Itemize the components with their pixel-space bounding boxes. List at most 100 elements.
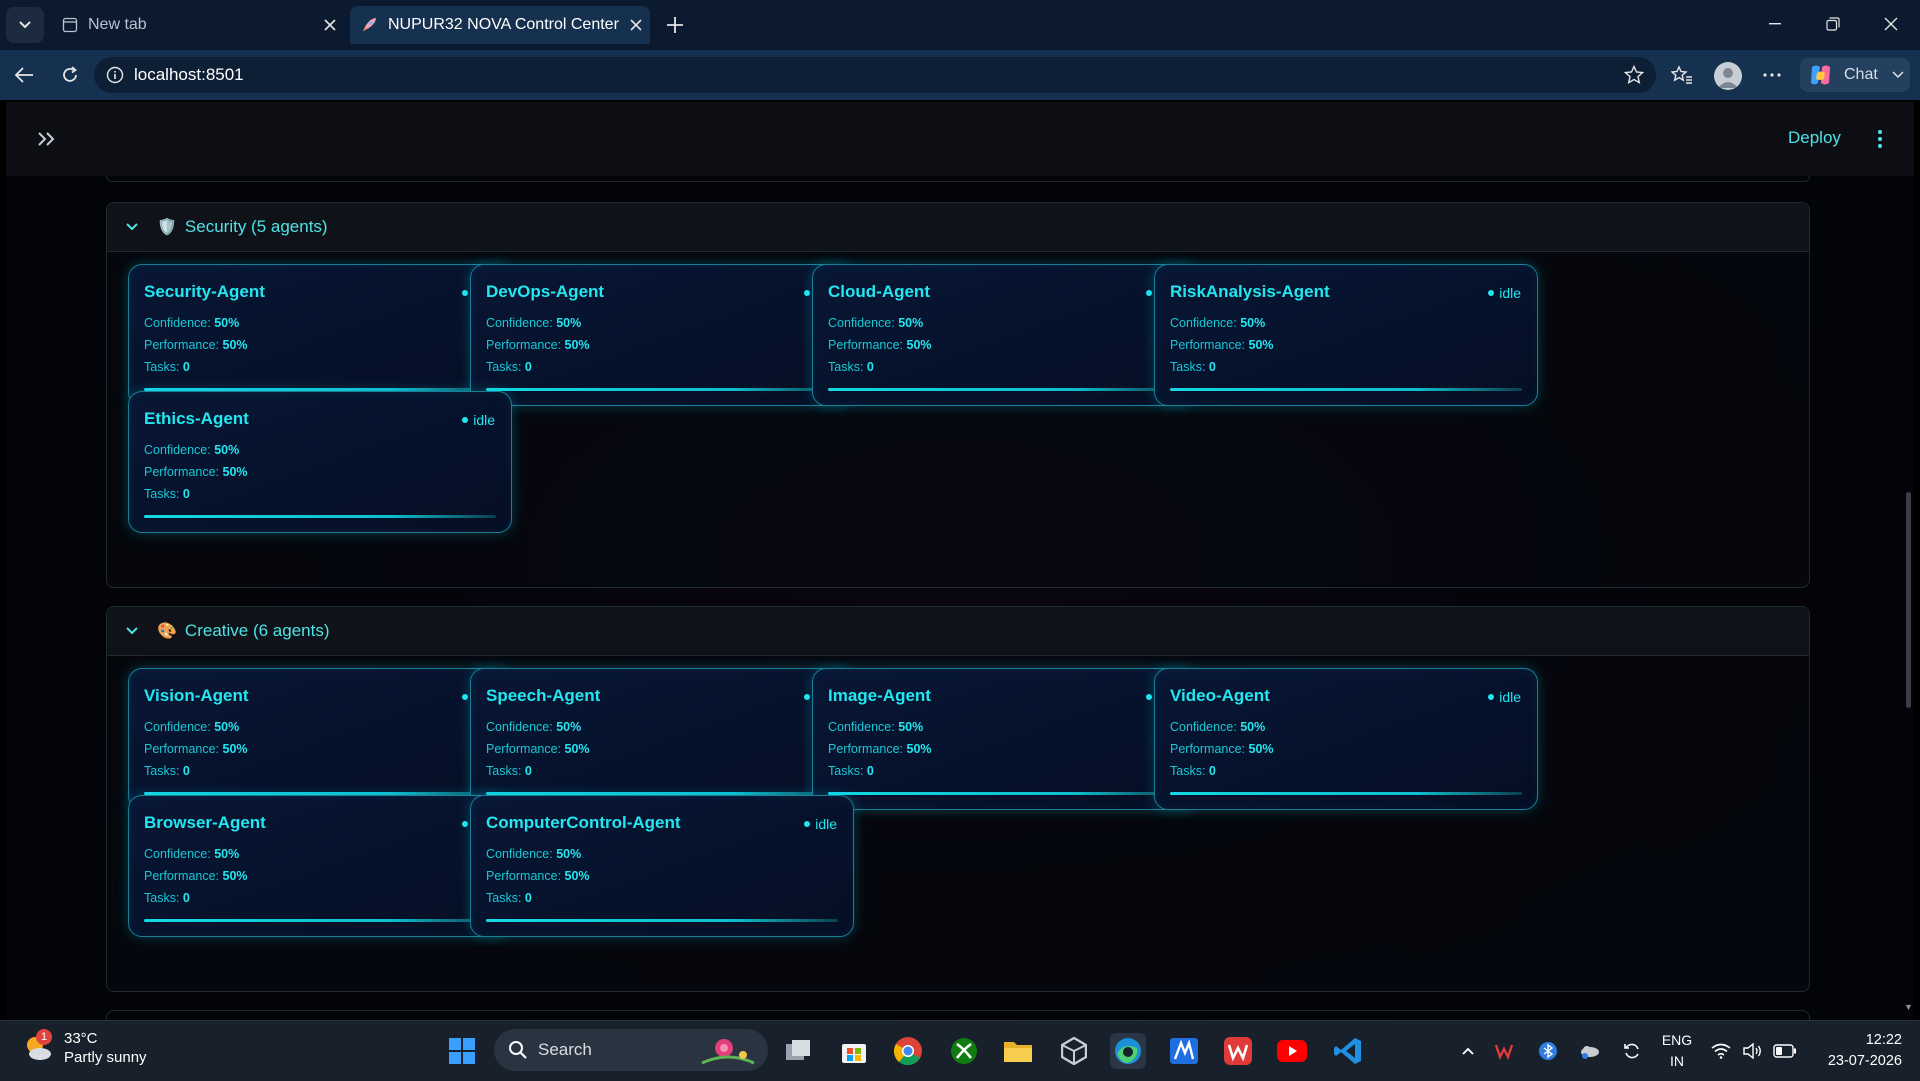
chevron-down-icon xyxy=(1892,71,1904,79)
agent-status-badge: idle xyxy=(1488,689,1521,705)
rocket-icon xyxy=(360,16,378,34)
weather-widget[interactable]: 1 33°C Partly sunny xyxy=(22,1029,147,1067)
expand-sidebar-button[interactable] xyxy=(32,126,62,152)
settings-more-button[interactable] xyxy=(1756,60,1788,90)
close-tab-icon[interactable] xyxy=(622,19,650,31)
confidence-label: Confidence: xyxy=(828,316,895,330)
browser-tab-strip: New tab NUPUR32 NOVA Control Center xyxy=(0,0,1920,50)
microsoft-store-icon[interactable] xyxy=(836,1033,872,1069)
restore-icon xyxy=(1826,17,1840,31)
app-viewport: Deploy 🛡️ Security (5 agents) Security-A… xyxy=(6,102,1914,1020)
scrollbar-thumb[interactable] xyxy=(1906,492,1911,708)
agent-card: Browser-AgentidleConfidence: 50%Performa… xyxy=(128,795,512,937)
confidence-label: Confidence: xyxy=(144,443,211,457)
language-indicator[interactable]: ENG IN xyxy=(1660,1030,1694,1072)
copilot-chat-button[interactable]: Chat xyxy=(1800,58,1910,92)
confidence-stat: Confidence: 50% xyxy=(486,720,581,734)
back-button[interactable] xyxy=(8,60,40,90)
bluetooth-tray-icon[interactable] xyxy=(1534,1033,1562,1069)
expander-header[interactable]: 🛡️ Security (5 agents) xyxy=(107,203,1809,252)
chevron-up-icon[interactable] xyxy=(1450,1033,1486,1069)
status-dot-icon xyxy=(462,821,469,827)
close-tab-icon[interactable] xyxy=(316,19,344,31)
tasks-label: Tasks: xyxy=(144,891,180,905)
main-menu-button[interactable] xyxy=(1870,126,1890,152)
performance-label: Performance: xyxy=(486,869,562,883)
info-icon[interactable] xyxy=(106,66,124,84)
xbox-icon[interactable] xyxy=(946,1033,982,1069)
restore-button[interactable] xyxy=(1810,8,1856,40)
edge-icon[interactable] xyxy=(1110,1033,1146,1069)
confidence-value: 50% xyxy=(556,316,582,330)
system-clock[interactable]: 12:22 23-07-2026 xyxy=(1818,1030,1902,1072)
agent-group-creative: 🎨 Creative (6 agents) Vision-AgentidleCo… xyxy=(106,606,1810,992)
expander-header[interactable]: 🎨 Creative (6 agents) xyxy=(107,607,1809,656)
battery-icon[interactable] xyxy=(1770,1033,1800,1069)
volume-icon[interactable] xyxy=(1738,1033,1768,1069)
performance-stat: Performance: 50% xyxy=(486,742,590,756)
minimize-icon xyxy=(1769,23,1781,25)
m-app-icon[interactable] xyxy=(1166,1033,1202,1069)
confidence-value: 50% xyxy=(214,443,240,457)
profile-avatar[interactable] xyxy=(1714,62,1742,90)
confidence-label: Confidence: xyxy=(144,316,211,330)
tab-new-tab[interactable]: New tab xyxy=(52,6,344,44)
tab-label: New tab xyxy=(88,16,147,33)
agent-name: DevOps-Agent xyxy=(486,282,605,301)
onedrive-tray-icon[interactable] xyxy=(1576,1033,1604,1069)
notification-badge: 1 xyxy=(36,1029,52,1045)
confidence-label: Confidence: xyxy=(1170,720,1237,734)
sync-tray-icon[interactable] xyxy=(1618,1033,1646,1069)
tasks-value: 0 xyxy=(524,764,532,778)
status-dot-icon xyxy=(462,290,469,296)
performance-stat: Performance: 50% xyxy=(828,338,932,352)
minimize-button[interactable] xyxy=(1752,8,1798,40)
wps-tray-icon[interactable] xyxy=(1490,1033,1518,1069)
next-section-edge xyxy=(106,1010,1810,1020)
performance-label: Performance: xyxy=(828,742,904,756)
agent-status-badge: idle xyxy=(462,412,495,428)
reload-button[interactable] xyxy=(54,60,86,90)
unity-icon[interactable] xyxy=(1056,1033,1092,1069)
section-title: Security (5 agents) xyxy=(184,217,328,236)
taskbar-search[interactable]: Search xyxy=(494,1029,768,1071)
performance-stat: Performance: 50% xyxy=(144,742,248,756)
status-dot-icon xyxy=(1488,290,1495,296)
tab-actions-menu[interactable] xyxy=(6,7,44,43)
confidence-stat: Confidence: 50% xyxy=(486,316,581,330)
scroll-down-icon[interactable]: ▼ xyxy=(1904,1002,1913,1012)
file-explorer-icon[interactable] xyxy=(1000,1033,1036,1069)
confidence-stat: Confidence: 50% xyxy=(144,847,239,861)
confidence-label: Confidence: xyxy=(144,847,211,861)
confidence-label: Confidence: xyxy=(1170,316,1237,330)
performance-stat: Performance: 50% xyxy=(144,465,248,479)
agent-status: idle xyxy=(473,412,495,428)
agent-card: Image-AgentidleConfidence: 50%Performanc… xyxy=(812,668,1196,810)
agent-card: Security-AgentidleConfidence: 50%Perform… xyxy=(128,264,512,406)
deploy-button[interactable]: Deploy xyxy=(1788,128,1841,148)
new-tab-button[interactable] xyxy=(660,10,690,40)
tasks-value: 0 xyxy=(182,891,190,905)
performance-value: 50% xyxy=(564,338,590,352)
agent-progress-fill xyxy=(828,792,1180,795)
wifi-icon[interactable] xyxy=(1706,1033,1736,1069)
windows-taskbar: 1 33°C Partly sunny Search ENG IN 12:22 … xyxy=(0,1020,1920,1081)
vscode-icon[interactable] xyxy=(1330,1033,1366,1069)
agent-status: idle xyxy=(815,816,837,832)
agent-card: Vision-AgentidleConfidence: 50%Performan… xyxy=(128,668,512,810)
task-view-icon[interactable] xyxy=(780,1033,816,1069)
close-window-button[interactable] xyxy=(1868,8,1914,40)
favorites-button[interactable] xyxy=(1666,60,1698,90)
agent-name: RiskAnalysis-Agent xyxy=(1170,282,1330,301)
chrome-icon[interactable] xyxy=(890,1033,926,1069)
arrow-left-icon xyxy=(14,67,33,83)
chevron-down-icon xyxy=(19,21,31,29)
wps-office-icon[interactable] xyxy=(1220,1033,1256,1069)
favorite-star-icon[interactable] xyxy=(1624,65,1644,85)
windows-start-icon[interactable] xyxy=(444,1033,480,1069)
performance-label: Performance: xyxy=(1170,338,1246,352)
agent-card: Speech-AgentidleConfidence: 50%Performan… xyxy=(470,668,854,810)
tab-nova-control-center[interactable]: NUPUR32 NOVA Control Center xyxy=(350,6,650,44)
address-bar[interactable]: localhost:8501 xyxy=(94,57,1656,93)
youtube-icon[interactable] xyxy=(1274,1033,1310,1069)
